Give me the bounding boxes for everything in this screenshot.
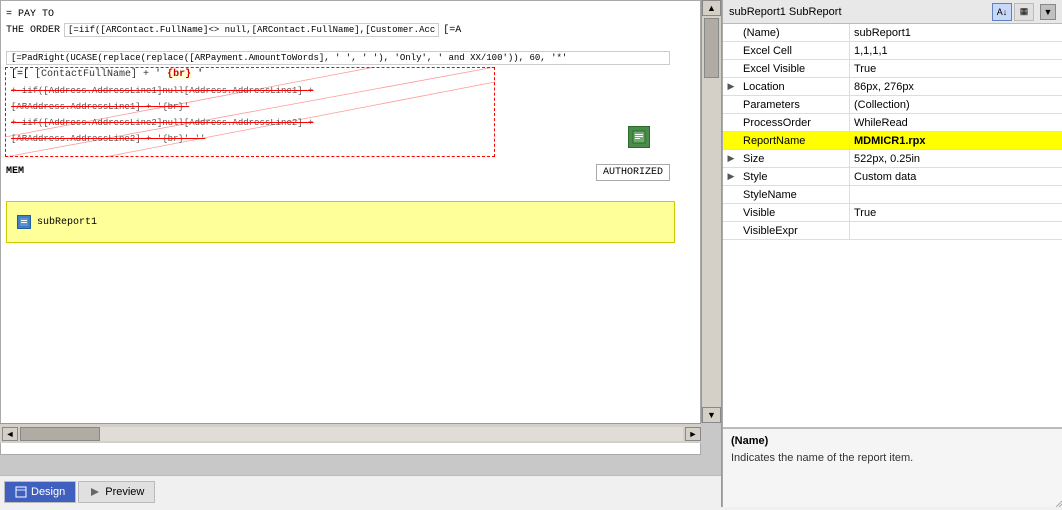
- prop-value-report-name[interactable]: MDMICR1.rpx: [849, 132, 1062, 149]
- prop-row-location: ▶ Location 86px, 276px: [723, 78, 1062, 96]
- panel-close-btn[interactable]: ▼: [1040, 4, 1056, 20]
- prop-row-visible: Visible True: [723, 204, 1062, 222]
- scroll-left-btn[interactable]: ◄: [2, 427, 18, 441]
- description-text: Indicates the name of the report item.: [731, 451, 1054, 466]
- prop-row-name: (Name) subReport1: [723, 24, 1062, 42]
- prop-value-visible[interactable]: True: [849, 204, 1062, 221]
- design-icon: [15, 486, 27, 498]
- v-scroll-thumb[interactable]: [704, 18, 719, 78]
- address-line-1: + iif([Address.AddressLine1]null[Address…: [11, 83, 313, 99]
- prop-value-excel-visible[interactable]: True: [849, 60, 1062, 77]
- canvas-panel: = PAY TO THE ORDER [=iif([ARContact.Full…: [0, 0, 722, 507]
- prop-row-report-name: ReportName MDMICR1.rpx: [723, 132, 1062, 150]
- resize-handle[interactable]: [1050, 495, 1062, 507]
- prop-label-style-name: StyleName: [739, 186, 849, 203]
- padright-formula[interactable]: [=PadRight(UCASE(replace(replace([ARPaym…: [6, 51, 670, 65]
- prop-value-visible-expr[interactable]: [849, 222, 1062, 239]
- bracket-close: [=A: [443, 25, 461, 36]
- preview-tab[interactable]: Preview: [78, 481, 155, 503]
- pay-to-line: = PAY TO: [6, 9, 54, 20]
- address-line-4: [ARAddress.AddressLine2] + '{br}' '': [11, 131, 313, 147]
- expand-icon-process-order: [723, 114, 739, 131]
- prop-value-parameters[interactable]: (Collection): [849, 96, 1062, 113]
- bracket-formula-start: [=[ [ContactFullName] + ' {br} ': [11, 69, 203, 80]
- prop-value-name[interactable]: subReport1: [849, 24, 1062, 41]
- prop-value-style[interactable]: Custom data: [849, 168, 1062, 185]
- expand-icon-size[interactable]: ▶: [723, 150, 739, 167]
- address-block: + iif([Address.AddressLine1]null[Address…: [11, 83, 313, 147]
- address-line-3: + iif([Address.AddressLine2]null[Address…: [11, 115, 313, 131]
- prop-label-style: Style: [739, 168, 849, 185]
- prop-label-visible: Visible: [739, 204, 849, 221]
- prop-label-excel-cell: Excel Cell: [739, 42, 849, 59]
- h-scroll-thumb[interactable]: [20, 427, 100, 441]
- expand-icon-report-name: [723, 132, 739, 149]
- prop-row-style-name: StyleName: [723, 186, 1062, 204]
- vertical-scrollbar[interactable]: ▲ ▼: [701, 0, 721, 423]
- prop-value-excel-cell[interactable]: 1,1,1,1: [849, 42, 1062, 59]
- report-canvas: = PAY TO THE ORDER [=iif([ARContact.Full…: [0, 0, 701, 455]
- mem-label: MEM: [6, 166, 24, 177]
- prop-row-size: ▶ Size 522px, 0.25in: [723, 150, 1062, 168]
- properties-title: subReport1 SubReport: [729, 6, 842, 18]
- subreport-band[interactable]: subReport1: [6, 201, 675, 243]
- description-box: (Name) Indicates the name of the report …: [723, 427, 1062, 507]
- iif-formula-box[interactable]: [=iif([ARContact.FullName]<> null,[ARCon…: [64, 23, 439, 37]
- expand-icon-parameters: [723, 96, 739, 113]
- horizontal-scrollbar[interactable]: ◄ ►: [0, 423, 701, 443]
- subreport-icon: [17, 215, 31, 229]
- bottom-toolbar: Design Preview: [0, 475, 721, 507]
- prop-value-process-order[interactable]: WhileRead: [849, 114, 1062, 131]
- prop-row-visible-expr: VisibleExpr: [723, 222, 1062, 240]
- grid-view-btn[interactable]: ▦: [1014, 3, 1034, 21]
- preview-icon: [89, 486, 101, 498]
- prop-row-parameters: Parameters (Collection): [723, 96, 1062, 114]
- expand-icon-style-name: [723, 186, 739, 203]
- prop-value-style-name[interactable]: [849, 186, 1062, 203]
- description-title: (Name): [731, 435, 1054, 447]
- prop-row-excel-visible: Excel Visible True: [723, 60, 1062, 78]
- authorized-box: AUTHORIZED: [596, 164, 670, 181]
- scroll-up-btn[interactable]: ▲: [702, 0, 721, 16]
- prop-value-location[interactable]: 86px, 276px: [849, 78, 1062, 95]
- expand-icon-style[interactable]: ▶: [723, 168, 739, 185]
- prop-label-location: Location: [739, 78, 849, 95]
- props-toolbar: A↓ ▦ ▼: [992, 3, 1056, 21]
- canvas-area: = PAY TO THE ORDER [=iif([ARContact.Full…: [0, 0, 721, 475]
- expand-icon-excel-cell: [723, 42, 739, 59]
- prop-row-excel-cell: Excel Cell 1,1,1,1: [723, 42, 1062, 60]
- h-scroll-track: [20, 427, 683, 441]
- prop-label-visible-expr: VisibleExpr: [739, 222, 849, 239]
- small-report-icon: [628, 126, 650, 148]
- props-table: (Name) subReport1 Excel Cell 1,1,1,1: [723, 24, 1062, 427]
- design-tab[interactable]: Design: [4, 481, 76, 503]
- prop-label-size: Size: [739, 150, 849, 167]
- prop-label-excel-visible: Excel Visible: [739, 60, 849, 77]
- expand-icon-visible-expr: [723, 222, 739, 239]
- prop-label-process-order: ProcessOrder: [739, 114, 849, 131]
- scroll-down-btn[interactable]: ▼: [702, 407, 721, 423]
- prop-value-size[interactable]: 522px, 0.25in: [849, 150, 1062, 167]
- prop-label-name: (Name): [739, 24, 849, 41]
- the-order-line: THE ORDER [=iif([ARContact.FullName]<> n…: [6, 23, 461, 37]
- expand-icon-excel-visible: [723, 60, 739, 77]
- prop-label-parameters: Parameters: [739, 96, 849, 113]
- properties-panel: subReport1 SubReport A↓ ▦ ▼ (Name) subRe…: [722, 0, 1062, 507]
- scroll-right-btn[interactable]: ►: [685, 427, 701, 441]
- sort-alpha-btn[interactable]: A↓: [992, 3, 1012, 21]
- prop-row-process-order: ProcessOrder WhileRead: [723, 114, 1062, 132]
- properties-header: subReport1 SubReport A↓ ▦ ▼: [723, 0, 1062, 24]
- address-line-2: [ARAddress.AddressLine1] + '{br}': [11, 99, 313, 115]
- subreport-name-label: subReport1: [37, 217, 97, 228]
- expand-icon-name: [723, 24, 739, 41]
- prop-row-style: ▶ Style Custom data: [723, 168, 1062, 186]
- expand-icon-visible: [723, 204, 739, 221]
- prop-label-report-name: ReportName: [739, 132, 849, 149]
- expand-icon-location[interactable]: ▶: [723, 78, 739, 95]
